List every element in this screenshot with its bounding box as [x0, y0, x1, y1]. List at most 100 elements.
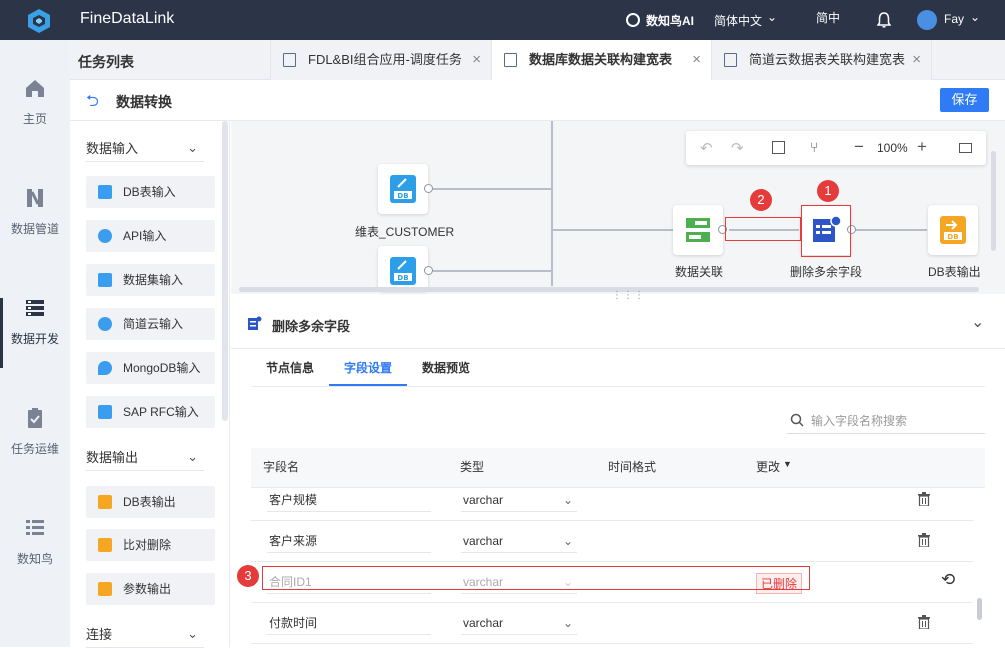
- minimap-icon[interactable]: [959, 143, 972, 153]
- canvas-scrollbar-v[interactable]: [991, 151, 996, 251]
- node-label: 数据关联: [675, 265, 724, 279]
- canvas-scrollbar-h[interactable]: [239, 287, 979, 292]
- type-select[interactable]: varchar ⌄: [461, 488, 577, 512]
- save-button[interactable]: 保存: [940, 88, 989, 112]
- field-name-input[interactable]: 客户来源: [267, 529, 431, 553]
- trash-icon[interactable]: [918, 533, 930, 547]
- node-data-join[interactable]: [673, 205, 723, 255]
- left-nav: 主页 数据管道 数据开发 任务运维 数知鸟: [0, 40, 70, 647]
- db-output-icon: [98, 495, 112, 509]
- collapse-panel-chevron-icon[interactable]: ⌄: [971, 312, 984, 332]
- ai-button[interactable]: 数知鸟AI: [646, 12, 694, 29]
- nav-label: 数知鸟: [16, 552, 53, 566]
- palette-item-db-output[interactable]: DB表输出: [86, 486, 215, 518]
- trash-icon[interactable]: [918, 615, 930, 629]
- node-label: 删除多余字段: [790, 265, 863, 279]
- nav-label: 数据开发: [10, 332, 59, 346]
- document-icon: [283, 53, 296, 67]
- close-icon[interactable]: ×: [692, 40, 701, 80]
- language-select[interactable]: 简体中文: [714, 12, 762, 29]
- palette-item-sap-input[interactable]: SAP RFC输入: [86, 396, 215, 428]
- field-name-input[interactable]: 客户规模: [267, 488, 431, 512]
- palette-section-input[interactable]: 数据输入 ⌄: [86, 138, 204, 162]
- type-value: varchar: [463, 534, 504, 548]
- tab-fdl-bi[interactable]: FDL&BI组合应用-调度任务 ×: [270, 40, 492, 80]
- chevron-down-icon: ⌄: [187, 626, 198, 641]
- palette-section-connect[interactable]: 连接 ⌄: [86, 624, 204, 648]
- bar-chart-icon: [98, 538, 112, 552]
- item-label: 参数输出: [123, 582, 172, 596]
- node-customer[interactable]: DB: [378, 164, 428, 214]
- badge-1: 1: [817, 180, 839, 202]
- tab-db-join[interactable]: 数据库数据关联构建宽表 ×: [492, 40, 712, 80]
- bell-icon[interactable]: [877, 12, 891, 28]
- item-label: API输入: [123, 229, 167, 243]
- tab-jiandaoyun-join[interactable]: 简道云数据表关联构建宽表 ×: [712, 40, 932, 80]
- close-icon[interactable]: ×: [912, 40, 921, 80]
- col-time-format: 时间格式: [608, 460, 657, 474]
- tab-field-settings[interactable]: 字段设置: [344, 359, 392, 376]
- nav-home[interactable]: 主页: [0, 76, 70, 127]
- palette-section-output[interactable]: 数据输出 ⌄: [86, 447, 204, 471]
- col-change[interactable]: 更改: [756, 458, 780, 475]
- palette-scrollbar[interactable]: [222, 121, 228, 421]
- divider: [231, 348, 1005, 349]
- item-label: SAP RFC输入: [123, 405, 199, 419]
- document-icon: [504, 53, 517, 67]
- palette-item-db-input[interactable]: DB表输入: [86, 176, 215, 208]
- palette-item-dataset-input[interactable]: 数据集输入: [86, 264, 215, 296]
- back-icon[interactable]: ⮌: [86, 90, 99, 117]
- tab-node-info[interactable]: 节点信息: [266, 359, 314, 376]
- nav-ops[interactable]: 任务运维: [0, 406, 70, 457]
- dev-icon: [26, 300, 44, 316]
- pipeline-icon: [27, 189, 43, 207]
- item-label: 数据集输入: [123, 273, 184, 287]
- redo-icon[interactable]: ↷: [731, 139, 744, 157]
- type-select[interactable]: varchar ⌄: [461, 529, 577, 553]
- undo-icon[interactable]: ↶: [700, 139, 713, 157]
- annotation-box-1: [801, 205, 851, 257]
- table-scrollbar[interactable]: [977, 598, 982, 620]
- chevron-down-icon: ⌄: [562, 493, 573, 507]
- output-port[interactable]: [424, 184, 433, 193]
- nav-pipeline[interactable]: 数据管道: [0, 186, 70, 237]
- fit-screen-icon[interactable]: [772, 141, 785, 154]
- trash-icon[interactable]: [918, 492, 930, 506]
- zoom-in-icon[interactable]: +: [917, 137, 927, 157]
- connector-line: [433, 188, 551, 190]
- node-db-output[interactable]: DB: [928, 205, 978, 255]
- tab-data-preview[interactable]: 数据预览: [422, 359, 470, 376]
- api-icon: [98, 229, 112, 243]
- app-logo-icon: [28, 9, 50, 33]
- lang-short-toggle[interactable]: 简中: [816, 9, 840, 26]
- output-port[interactable]: [424, 266, 433, 275]
- canvas-toolbar: ↶ ↷ ⑂ − 100% +: [686, 131, 986, 165]
- restore-icon[interactable]: ⟲: [941, 570, 955, 590]
- search-icon: [790, 413, 804, 427]
- caret-down-icon[interactable]: ▼: [783, 459, 792, 469]
- palette-item-param-output[interactable]: 参数输出: [86, 573, 215, 605]
- svg-text:DB: DB: [397, 192, 408, 200]
- dag-canvas[interactable]: DB 维表_CUSTOMER DB 数据关联 删除多余字段 DB DB表输出 1…: [231, 121, 1005, 294]
- user-name[interactable]: Fay: [944, 12, 964, 26]
- ai-icon: [626, 13, 640, 27]
- palette-item-jiandaoyun-input[interactable]: 简道云输入: [86, 308, 215, 340]
- type-select[interactable]: varchar ⌄: [461, 611, 577, 635]
- layout-icon[interactable]: ⑂: [810, 139, 818, 155]
- field-name-input[interactable]: 付款时间: [267, 611, 431, 635]
- zoom-out-icon[interactable]: −: [854, 137, 864, 157]
- palette-item-mongodb-input[interactable]: MongoDB输入: [86, 352, 215, 384]
- item-label: DB表输出: [123, 495, 176, 509]
- node-label: DB表输出: [928, 265, 981, 279]
- palette-item-compare-delete[interactable]: 比对删除: [86, 529, 215, 561]
- annotation-box-2: [725, 217, 801, 241]
- avatar[interactable]: [917, 10, 937, 30]
- field-search-input[interactable]: 输入字段名称搜索: [787, 408, 985, 434]
- close-icon[interactable]: ×: [472, 40, 481, 80]
- chevron-down-icon: ⌄: [562, 616, 573, 630]
- palette-item-api-input[interactable]: API输入: [86, 220, 215, 252]
- tab-label: 简道云数据表关联构建宽表: [749, 52, 906, 67]
- nav-dev[interactable]: 数据开发: [0, 296, 70, 347]
- node-db-input-2[interactable]: DB: [378, 246, 428, 291]
- nav-shuzhiniao[interactable]: 数知鸟: [0, 516, 70, 567]
